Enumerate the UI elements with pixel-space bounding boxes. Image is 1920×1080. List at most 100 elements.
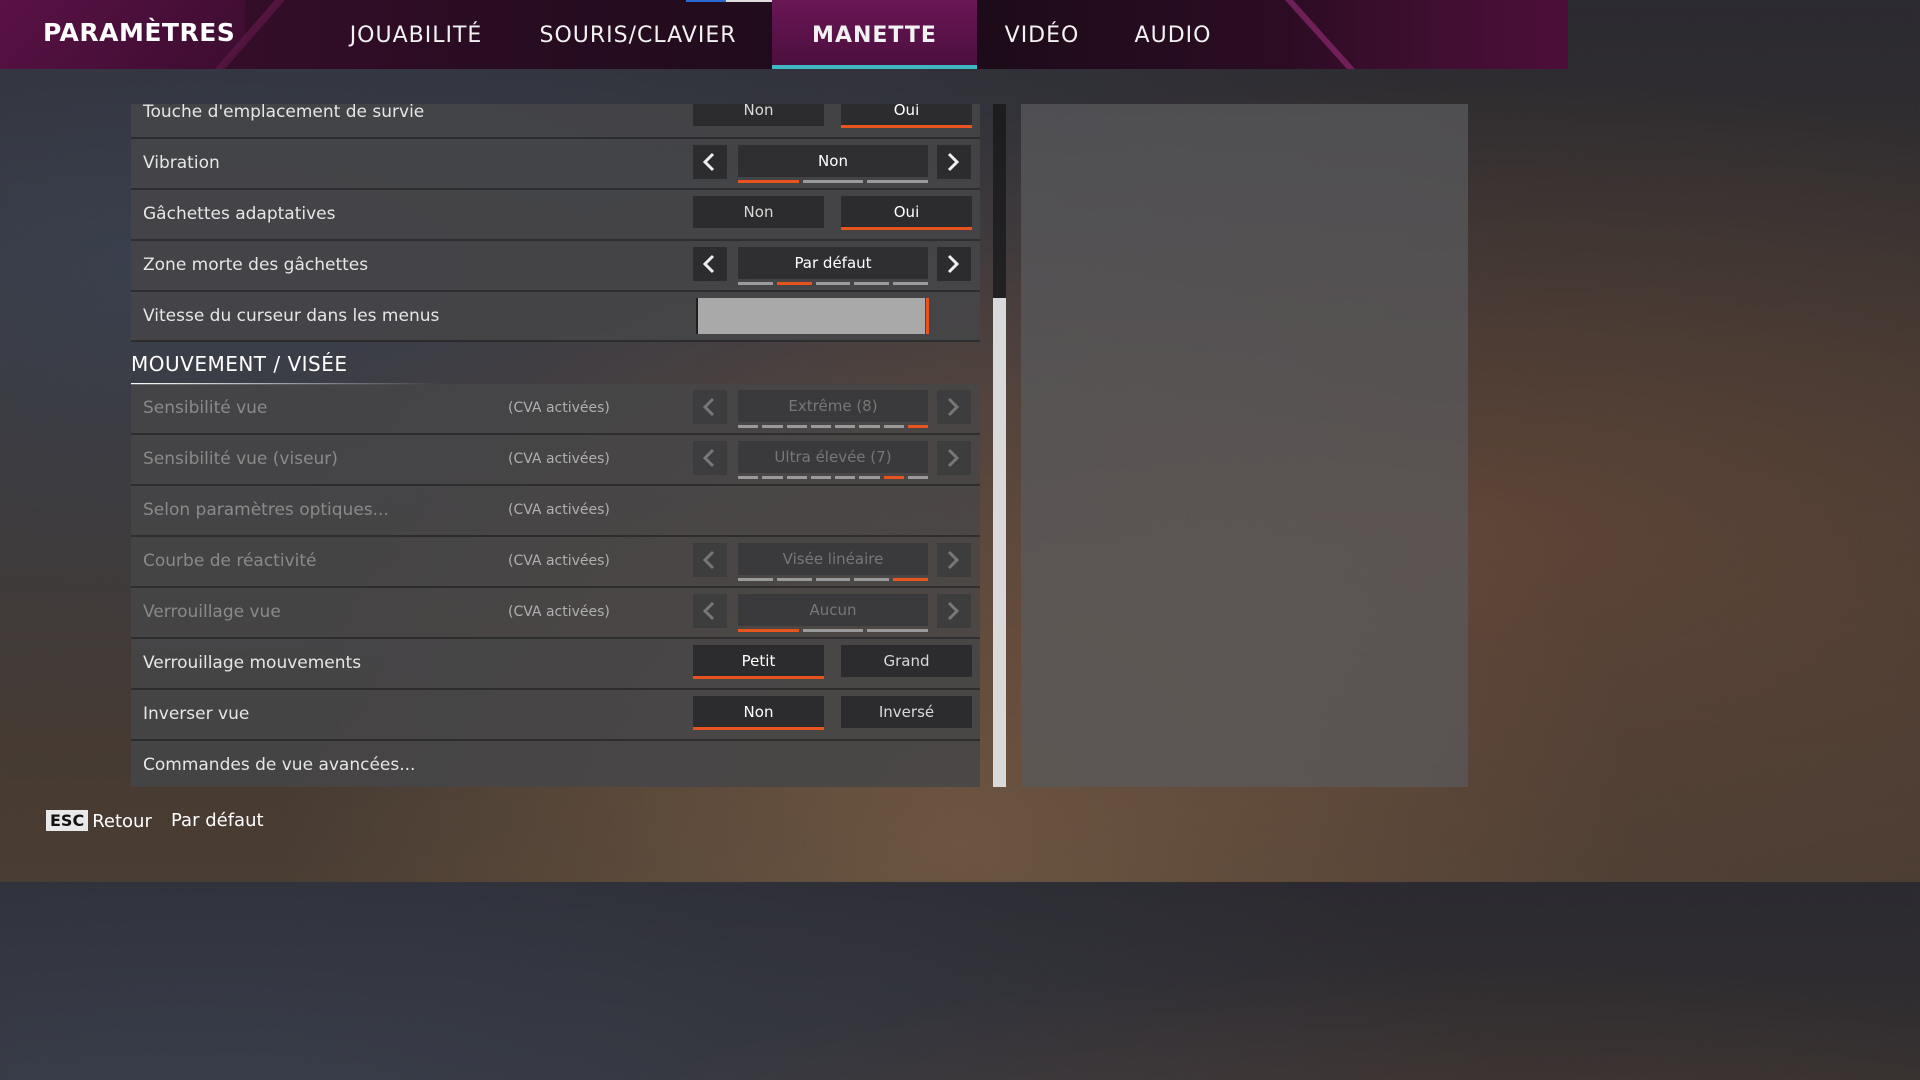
esc-key-icon: ESC	[46, 810, 89, 831]
step-tick	[883, 476, 904, 479]
option-oui[interactable]: Oui	[841, 104, 972, 128]
row-label: Sensibilité vue	[143, 398, 268, 418]
option-inverse[interactable]: Inversé	[841, 696, 972, 728]
step-tick	[776, 282, 812, 285]
tab-souris-clavier[interactable]: SOURIS/CLAVIER	[532, 0, 744, 69]
row-response-curve: Courbe de réactivité (CVA activées) Visé…	[131, 537, 980, 588]
prev-arrow-icon	[693, 390, 727, 424]
view-deadzone-value: Aucun	[738, 594, 928, 626]
row-note: (CVA activées)	[508, 604, 610, 620]
tab-jouabilite[interactable]: JOUABILITÉ	[340, 0, 492, 69]
next-arrow-icon	[937, 543, 971, 577]
row-label: Touche d'emplacement de survie	[143, 104, 425, 122]
step-tick	[835, 476, 856, 479]
slider-handle[interactable]	[926, 298, 929, 334]
row-adaptive-triggers[interactable]: Gâchettes adaptatives Non Oui	[131, 190, 980, 241]
preview-panel	[1021, 104, 1468, 787]
step-tick	[738, 578, 773, 581]
row-label: Commandes de vue avancées...	[143, 755, 416, 775]
step-tick	[893, 578, 928, 581]
tab-video[interactable]: VIDÉO	[997, 0, 1087, 69]
row-ads-sensitivity: Sensibilité vue (viseur) (CVA activées) …	[131, 435, 980, 486]
row-note: (CVA activées)	[508, 451, 610, 467]
row-label: Vibration	[143, 153, 220, 173]
row-label: Zone morte des gâchettes	[143, 255, 369, 275]
step-tick	[893, 282, 928, 285]
option-non[interactable]: Non	[693, 104, 824, 126]
right-decoration	[1290, 0, 1568, 69]
row-label: Gâchettes adaptatives	[143, 204, 336, 224]
row-label: Selon paramètres optiques...	[143, 500, 389, 520]
row-trigger-deadzone[interactable]: Zone morte des gâchettes Par défaut	[131, 241, 980, 292]
next-arrow-icon[interactable]	[937, 145, 971, 179]
section-title: MOUVEMENT / VISÉE	[131, 352, 348, 376]
prev-arrow-icon	[693, 543, 727, 577]
row-note: (CVA activées)	[508, 502, 610, 518]
row-note: (CVA activées)	[508, 400, 610, 416]
vibration-value: Non	[738, 145, 928, 177]
row-invert-look[interactable]: Inverser vue Non Inversé	[131, 690, 980, 741]
tab-audio[interactable]: AUDIO	[1127, 0, 1219, 69]
step-tick	[802, 180, 864, 183]
step-indicator	[738, 629, 929, 632]
row-label: Verrouillage vue	[143, 602, 281, 622]
step-tick	[738, 282, 773, 285]
step-tick	[738, 425, 759, 428]
option-oui[interactable]: Oui	[841, 196, 972, 230]
section-header-movement: MOUVEMENT / VISÉE	[131, 344, 980, 387]
next-arrow-icon	[937, 594, 971, 628]
step-tick	[738, 629, 799, 632]
row-label: Verrouillage mouvements	[143, 653, 362, 673]
prev-arrow-icon[interactable]	[693, 145, 727, 179]
row-move-deadzone[interactable]: Verrouillage mouvements Petit Grand	[131, 639, 980, 690]
next-arrow-icon	[937, 390, 971, 424]
settings-list: Touche d'emplacement de survie Non Oui V…	[131, 104, 980, 787]
step-tick	[738, 476, 759, 479]
row-advanced-look[interactable]: Commandes de vue avancées...	[131, 741, 980, 787]
step-tick	[867, 180, 929, 183]
step-tick	[762, 425, 783, 428]
step-tick	[815, 282, 851, 285]
row-vibration[interactable]: Vibration Non	[131, 139, 980, 190]
step-tick	[883, 425, 904, 428]
row-label: Vitesse du curseur dans les menus	[143, 306, 440, 326]
back-button[interactable]: ESC Retour	[46, 810, 152, 832]
row-label: Inverser vue	[143, 704, 250, 724]
ads-sensitivity-value: Ultra élevée (7)	[738, 441, 928, 473]
step-tick	[786, 476, 807, 479]
row-survival-key[interactable]: Touche d'emplacement de survie Non Oui	[131, 104, 980, 139]
prev-arrow-icon[interactable]	[693, 247, 727, 281]
option-non[interactable]: Non	[693, 696, 824, 730]
row-label: Courbe de réactivité	[143, 551, 317, 571]
option-non[interactable]: Non	[693, 196, 824, 228]
step-tick	[907, 425, 928, 428]
trigger-deadzone-value: Par défaut	[738, 247, 928, 279]
step-tick	[810, 476, 831, 479]
step-indicator	[738, 578, 928, 581]
step-tick	[835, 425, 856, 428]
step-tick	[802, 629, 864, 632]
next-arrow-icon	[937, 441, 971, 475]
step-tick	[854, 282, 890, 285]
step-tick	[786, 425, 807, 428]
scrollbar-thumb[interactable]	[993, 298, 1006, 787]
cursor-speed-slider[interactable]	[696, 298, 929, 334]
step-tick	[762, 476, 783, 479]
step-tick	[738, 180, 799, 183]
look-sensitivity-value: Extrême (8)	[738, 390, 928, 422]
row-view-deadzone: Verrouillage vue (CVA activées) Aucun	[131, 588, 980, 639]
next-arrow-icon[interactable]	[937, 247, 971, 281]
step-tick	[907, 476, 928, 479]
top-bar: PARAMÈTRES JOUABILITÉ SOURIS/CLAVIER MAN…	[0, 0, 1568, 69]
default-button[interactable]: Par défaut	[171, 810, 264, 831]
step-tick	[867, 629, 929, 632]
row-look-sensitivity: Sensibilité vue (CVA activées) Extrême (…	[131, 384, 980, 435]
step-tick	[776, 578, 812, 581]
option-grand[interactable]: Grand	[841, 645, 972, 677]
tab-manette[interactable]: MANETTE	[772, 0, 977, 69]
row-menu-cursor-speed[interactable]: Vitesse du curseur dans les menus	[131, 292, 980, 342]
prev-arrow-icon	[693, 441, 727, 475]
page-title: PARAMÈTRES	[43, 18, 236, 47]
option-petit[interactable]: Petit	[693, 645, 824, 679]
step-tick	[810, 425, 831, 428]
